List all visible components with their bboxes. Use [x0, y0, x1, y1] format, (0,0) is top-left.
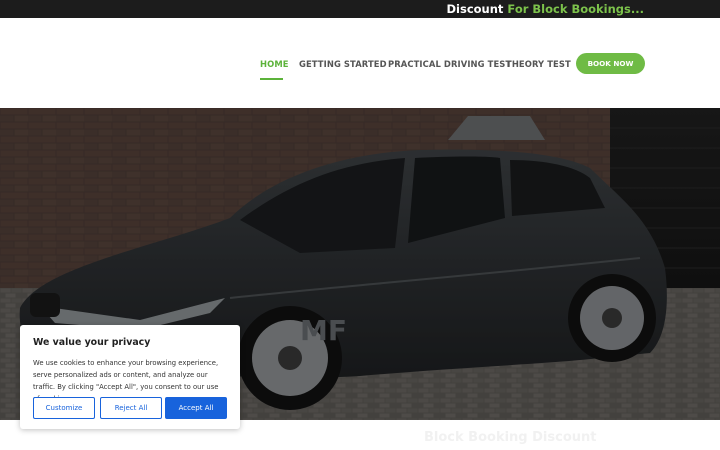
- accept-all-button[interactable]: Accept All: [165, 397, 227, 419]
- book-now-button[interactable]: BOOK NOW: [576, 53, 645, 74]
- nav-item-theory-test[interactable]: THEORY TEST: [506, 59, 571, 69]
- announcement-bar: Discount For Block Bookings...: [0, 0, 720, 18]
- nav-item-practical-driving-test[interactable]: PRACTICAL DRIVING TEST: [388, 59, 511, 69]
- cookie-title: We value your privacy: [33, 337, 151, 348]
- nav-item-getting-started[interactable]: GETTING STARTED: [299, 59, 387, 69]
- section-heading: Block Booking Discount: [424, 430, 597, 445]
- hero-watermark-text: MF: [300, 314, 347, 347]
- reject-all-button[interactable]: Reject All: [100, 397, 162, 419]
- active-nav-indicator: [260, 78, 283, 80]
- announcement-text: Discount For Block Bookings...: [447, 2, 645, 16]
- discount-word: Discount: [446, 2, 504, 16]
- nav-item-home[interactable]: HOME: [260, 59, 289, 69]
- cookie-consent-banner: We value your privacy We use cookies to …: [20, 325, 240, 429]
- customize-button[interactable]: Customize: [33, 397, 95, 419]
- discount-rest: For Block Bookings...: [503, 2, 644, 16]
